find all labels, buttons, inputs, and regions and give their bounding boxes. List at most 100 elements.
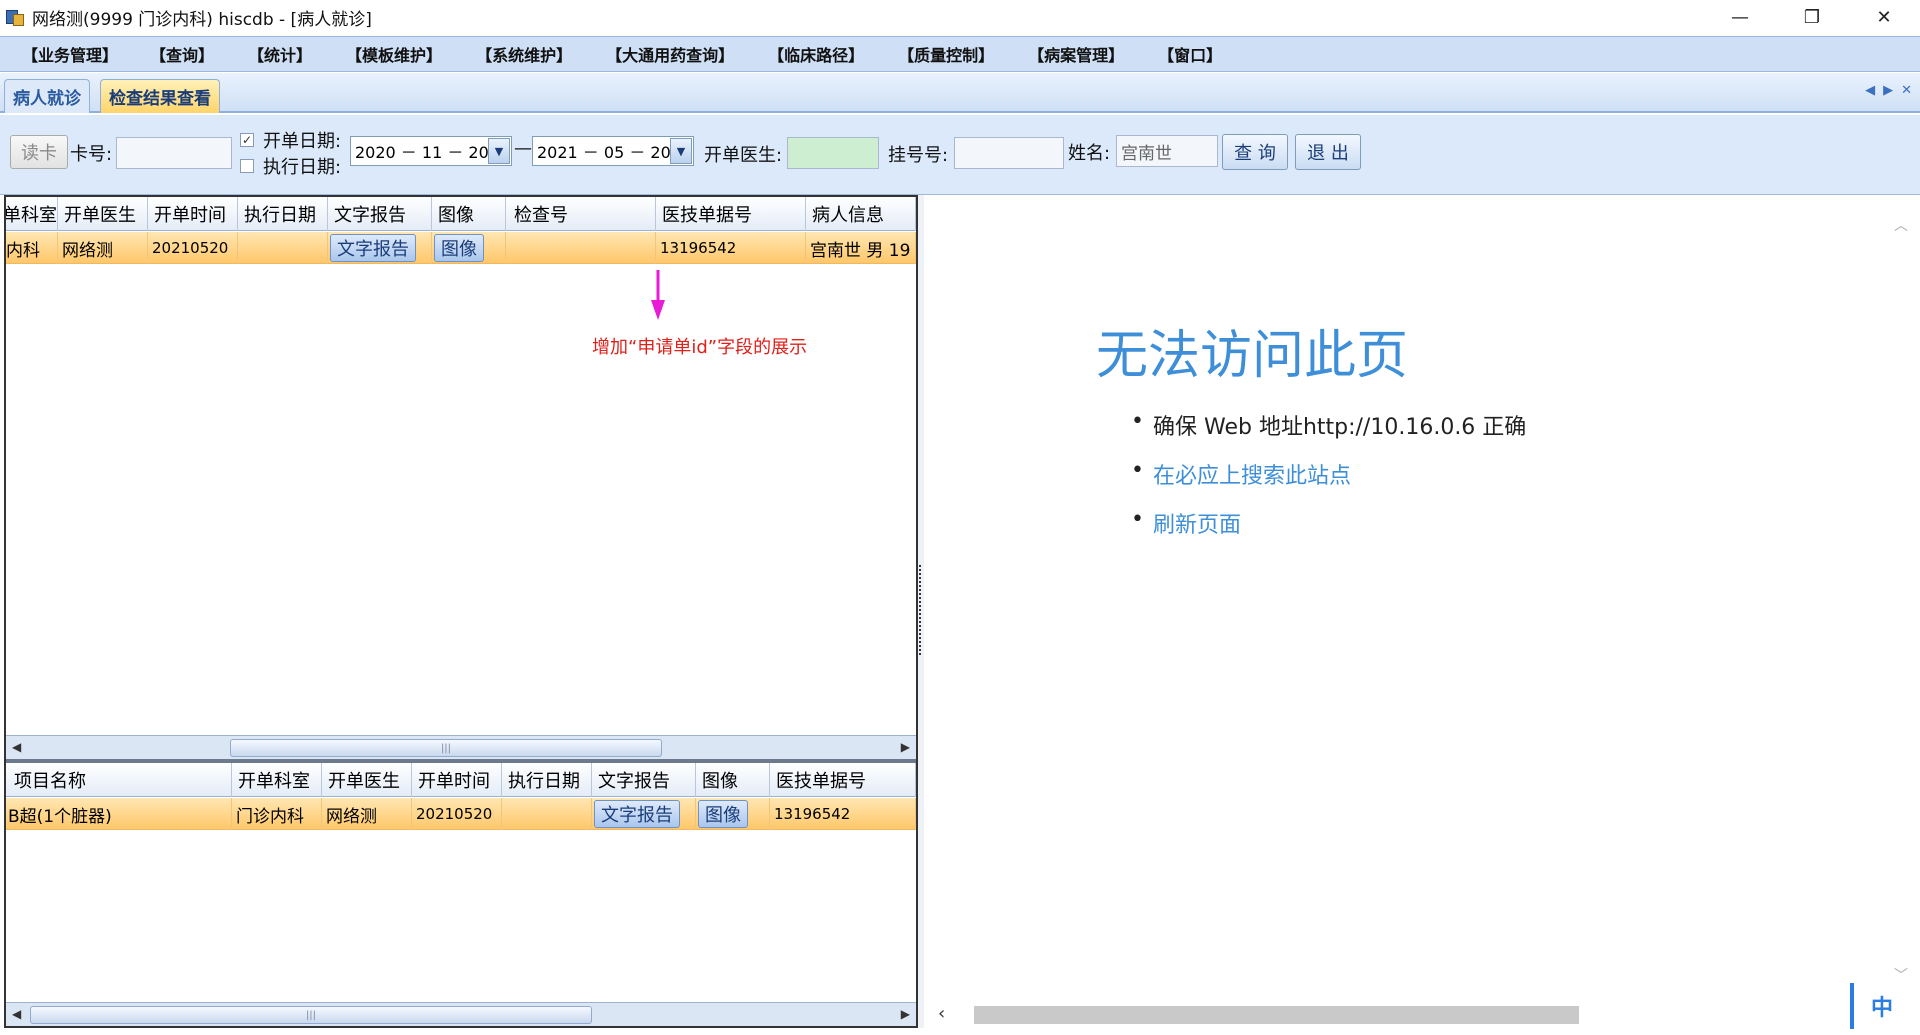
col-time[interactable]: 开单时间 (412, 763, 502, 797)
suggestion-search-bing[interactable]: 在必应上搜索此站点 (1131, 458, 1526, 490)
table-row[interactable]: 内科 网络测 20210520 文字报告 图像 13196542 宫南世 男 1… (6, 232, 916, 264)
report-viewer: 无法访问此页 确保 Web 地址http://10.16.0.6 正确 在必应上… (926, 195, 1920, 1033)
scroll-thumb[interactable]: ||| (30, 1006, 592, 1024)
exec-date-checkbox[interactable] (240, 159, 254, 173)
menu-business[interactable]: 【业务管理】 (10, 42, 130, 66)
results-pane: 单科室 开单医生 开单时间 执行日期 文字报告 图像 检查号 医技单据号 病人信… (4, 195, 918, 1028)
scroll-up-icon[interactable]: ︿ (1894, 215, 1908, 235)
col-report[interactable]: 文字报告 (328, 197, 432, 231)
cell-image: 图像 (696, 798, 770, 830)
open-date-label: 开单日期: (263, 131, 342, 152)
ime-indicator[interactable]: 中 (1850, 983, 1910, 1029)
date-to-picker[interactable]: 2021 － 05 － 20 ▼ (532, 136, 694, 166)
close-icon[interactable]: ✕ (1848, 0, 1920, 34)
tab-patient-visit[interactable]: 病人就诊 (4, 79, 90, 113)
scroll-down-icon[interactable]: ﹀ (1894, 965, 1908, 985)
menu-system[interactable]: 【系统维护】 (464, 42, 584, 66)
scroll-right-icon[interactable]: ▶ (901, 740, 910, 754)
col-check-no[interactable]: 检查号 (506, 197, 656, 231)
suggestion-check-url: 确保 Web 地址http://10.16.0.6 正确 (1131, 409, 1526, 441)
cell-time: 20210520 (148, 232, 238, 264)
doctor-label: 开单医生: (704, 145, 783, 166)
col-exec-date[interactable]: 执行日期 (238, 197, 328, 231)
chevron-down-icon[interactable]: ▼ (488, 138, 510, 164)
scroll-right-icon[interactable]: ▶ (901, 1007, 910, 1021)
cell-dept: 门诊内科 (232, 798, 322, 830)
cell-image: 图像 (432, 232, 506, 264)
card-no-label: 卡号: (70, 144, 113, 165)
error-title: 无法访问此页 (1096, 326, 1409, 386)
cell-doctor: 网络测 (322, 798, 412, 830)
menu-quality[interactable]: 【质量控制】 (886, 42, 1006, 66)
menu-statistics[interactable]: 【统计】 (236, 42, 324, 66)
scroll-thumb[interactable] (974, 1006, 1579, 1024)
col-image[interactable]: 图像 (696, 763, 770, 797)
menu-query[interactable]: 【查询】 (138, 42, 226, 66)
cell-patient: 宫南世 男 19 (806, 232, 916, 264)
menu-bar: 【业务管理】 【查询】 【统计】 【模板维护】 【系统维护】 【大通用药查询】 … (0, 36, 1920, 72)
cell-doc-no: 13196542 (770, 798, 916, 830)
chevron-down-icon[interactable]: ▼ (670, 138, 692, 164)
text-report-button[interactable]: 文字报告 (330, 234, 416, 262)
filter-toolbar: 读卡 卡号: ✓ 开单日期: 执行日期: 2020 － 11 － 20 ▼ — … (0, 115, 1920, 195)
error-suggestions: 确保 Web 地址http://10.16.0.6 正确 在必应上搜索此站点 刷… (1131, 409, 1526, 556)
image-button[interactable]: 图像 (434, 234, 484, 262)
tab-next-icon[interactable]: ▶ (1883, 83, 1893, 98)
scroll-left-icon[interactable]: ‹ (938, 1003, 945, 1024)
doctor-input[interactable] (787, 137, 879, 169)
viewer-hscrollbar[interactable]: ‹ (936, 1003, 1836, 1025)
restore-icon[interactable]: ❐ (1776, 0, 1848, 34)
menu-drug-query[interactable]: 【大通用药查询】 (594, 42, 746, 66)
cell-exec-date (238, 232, 328, 264)
menu-records[interactable]: 【病案管理】 (1016, 42, 1136, 66)
col-report[interactable]: 文字报告 (592, 763, 696, 797)
col-patient[interactable]: 病人信息 (806, 197, 916, 231)
col-time[interactable]: 开单时间 (148, 197, 238, 231)
table-row[interactable]: B超(1个脏器) 门诊内科 网络测 20210520 文字报告 图像 13196… (6, 798, 916, 830)
upper-hscrollbar[interactable]: ◀ ||| ▶ (6, 735, 916, 759)
tab-close-icon[interactable]: ✕ (1901, 83, 1912, 98)
scroll-thumb[interactable]: ||| (230, 739, 662, 757)
card-no-input[interactable] (116, 137, 232, 169)
col-dept[interactable]: 单科室 (6, 197, 58, 231)
tab-exam-results[interactable]: 检查结果查看 (100, 79, 220, 113)
query-button[interactable]: 查 询 (1222, 134, 1288, 170)
splitter-grip[interactable] (919, 565, 923, 655)
menu-clinical-path[interactable]: 【临床路径】 (756, 42, 876, 66)
date-from-picker[interactable]: 2020 － 11 － 20 ▼ (350, 136, 512, 166)
col-doctor[interactable]: 开单医生 (322, 763, 412, 797)
text-report-button[interactable]: 文字报告 (594, 800, 680, 828)
read-card-button[interactable]: 读卡 (10, 135, 68, 169)
col-image[interactable]: 图像 (432, 197, 506, 231)
tab-prev-icon[interactable]: ◀ (1865, 83, 1875, 98)
tab-strip: 病人就诊 检查结果查看 ◀ ▶ ✕ (0, 73, 1920, 113)
exit-button[interactable]: 退 出 (1295, 134, 1361, 170)
image-button[interactable]: 图像 (698, 800, 748, 828)
cell-doc-no: 13196542 (656, 232, 806, 264)
menu-window[interactable]: 【窗口】 (1146, 42, 1234, 66)
col-exec-date[interactable]: 执行日期 (502, 763, 592, 797)
scroll-left-icon[interactable]: ◀ (12, 740, 21, 754)
viewer-vscrollbar[interactable]: ︿ ﹀ (1894, 215, 1910, 985)
reg-no-input[interactable] (954, 137, 1064, 169)
vertical-splitter[interactable] (918, 195, 924, 1028)
window-controls: — ❐ ✕ (1704, 0, 1920, 34)
col-dept[interactable]: 开单科室 (232, 763, 322, 797)
col-doc-no[interactable]: 医技单据号 (656, 197, 806, 231)
minimize-icon[interactable]: — (1704, 0, 1776, 34)
cell-exec-date (502, 798, 592, 830)
menu-template[interactable]: 【模板维护】 (334, 42, 454, 66)
annotation-arrow-icon (651, 270, 665, 320)
lower-hscrollbar[interactable]: ◀ ||| ▶ (6, 1002, 916, 1026)
scroll-left-icon[interactable]: ◀ (12, 1007, 21, 1021)
col-doc-no[interactable]: 医技单据号 (770, 763, 916, 797)
app-icon (4, 6, 26, 28)
cell-time: 20210520 (412, 798, 502, 830)
open-date-checkbox[interactable]: ✓ (240, 133, 254, 147)
title-bar: 网络测(9999 门诊内科) hiscdb - [病人就诊] — ❐ ✕ (0, 0, 1920, 34)
date-to-value: 2021 － 05 － 20 (537, 143, 671, 162)
name-input[interactable]: 宫南世 (1116, 135, 1218, 167)
suggestion-refresh[interactable]: 刷新页面 (1131, 507, 1526, 539)
col-doctor[interactable]: 开单医生 (58, 197, 148, 231)
col-item-name[interactable]: 项目名称 (6, 763, 232, 797)
